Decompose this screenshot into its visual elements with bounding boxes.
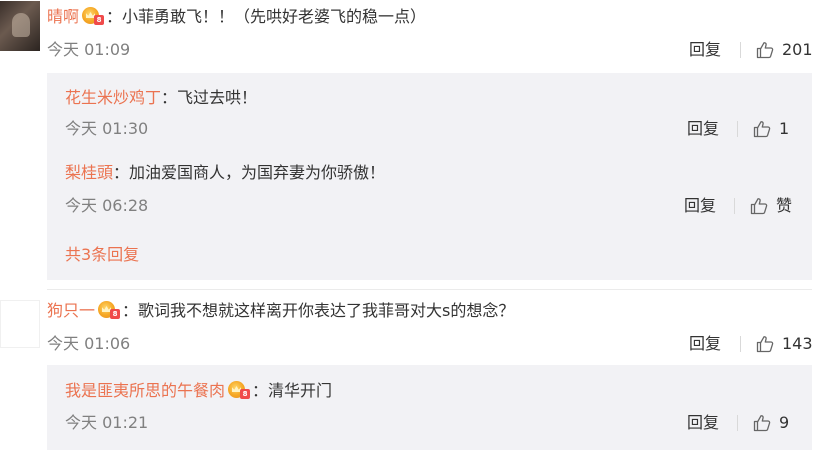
thumbs-up-icon bbox=[753, 415, 771, 432]
avatar[interactable] bbox=[0, 1, 40, 51]
reply-line: 我是匪夷所思的午餐肉 8 ：清华开门 bbox=[65, 381, 333, 400]
avatar[interactable] bbox=[0, 300, 40, 348]
reply-username[interactable]: 花生米炒鸡丁 bbox=[65, 88, 161, 107]
comment-text: 小菲勇敢飞！！（先哄好老婆飞的稳一点） bbox=[122, 7, 427, 26]
reply-button[interactable]: 回复 bbox=[689, 334, 721, 354]
reply-list: 我是匪夷所思的午餐肉 8 ：清华开门 今天 01:21 回复 9 bbox=[47, 365, 812, 450]
action-divider bbox=[734, 198, 735, 214]
reply-text: 加油爱国商人，为国弃妻为你骄傲！ bbox=[129, 163, 386, 182]
reply-text: 清华开门 bbox=[268, 381, 333, 400]
comment-username[interactable]: 狗只一 bbox=[47, 301, 95, 320]
like-count: 赞 bbox=[776, 196, 793, 215]
like-button[interactable]: 201 bbox=[755, 40, 813, 60]
like-button[interactable]: 1 bbox=[752, 119, 789, 139]
reply-button[interactable]: 回复 bbox=[689, 40, 721, 60]
like-button[interactable]: 143 bbox=[755, 334, 813, 354]
like-count: 9 bbox=[779, 413, 790, 432]
reply-time: 今天 01:21 bbox=[65, 413, 149, 432]
thumbs-up-icon bbox=[750, 198, 768, 215]
reply-line: 梨桂頭：加油爱国商人，为国弃妻为你骄傲！ bbox=[65, 163, 386, 182]
vip-crown-icon: 8 bbox=[98, 301, 121, 319]
action-divider bbox=[740, 42, 741, 58]
action-divider bbox=[737, 121, 738, 137]
reply-list: 花生米炒鸡丁：飞过去哄！ 今天 01:30 回复 1 梨桂頭：加油爱国商人，为国… bbox=[47, 73, 812, 280]
reply-button[interactable]: 回复 bbox=[684, 196, 716, 216]
action-divider bbox=[737, 415, 738, 431]
comment-line: 狗只一 8 ：歌词我不想就这样离开你表达了我菲哥对大s的想念？ bbox=[47, 301, 515, 320]
reply-time: 今天 06:28 bbox=[65, 196, 149, 215]
vip-crown-icon: 8 bbox=[228, 381, 251, 399]
like-count: 143 bbox=[782, 334, 813, 353]
like-button[interactable]: 赞 bbox=[749, 196, 792, 216]
comment-line: 晴啊 8 ：小菲勇敢飞！！（先哄好老婆飞的稳一点） bbox=[47, 7, 427, 26]
reply-time: 今天 01:30 bbox=[65, 119, 149, 138]
comment-time: 今天 01:09 bbox=[47, 40, 131, 59]
reply-text: 飞过去哄！ bbox=[177, 88, 258, 107]
action-divider bbox=[740, 336, 741, 352]
reply-username[interactable]: 梨桂頭 bbox=[65, 163, 113, 182]
like-count: 1 bbox=[779, 119, 790, 138]
reply-button[interactable]: 回复 bbox=[687, 413, 719, 433]
comment-divider bbox=[47, 289, 812, 290]
reply-button[interactable]: 回复 bbox=[687, 119, 719, 139]
thumbs-up-icon bbox=[753, 121, 771, 138]
comment-text: 歌词我不想就这样离开你表达了我菲哥对大s的想念？ bbox=[138, 301, 515, 320]
comment-username[interactable]: 晴啊 bbox=[47, 7, 79, 26]
thumbs-up-icon bbox=[756, 42, 774, 59]
reply-username[interactable]: 我是匪夷所思的午餐肉 bbox=[65, 381, 225, 400]
reply-line: 花生米炒鸡丁：飞过去哄！ bbox=[65, 88, 258, 107]
like-count: 201 bbox=[782, 40, 813, 59]
vip-crown-icon: 8 bbox=[82, 7, 105, 25]
like-button[interactable]: 9 bbox=[752, 413, 789, 433]
comment-time: 今天 01:06 bbox=[47, 334, 131, 353]
thumbs-up-icon bbox=[756, 336, 774, 353]
more-replies-link[interactable]: 共3条回复 bbox=[65, 245, 139, 265]
